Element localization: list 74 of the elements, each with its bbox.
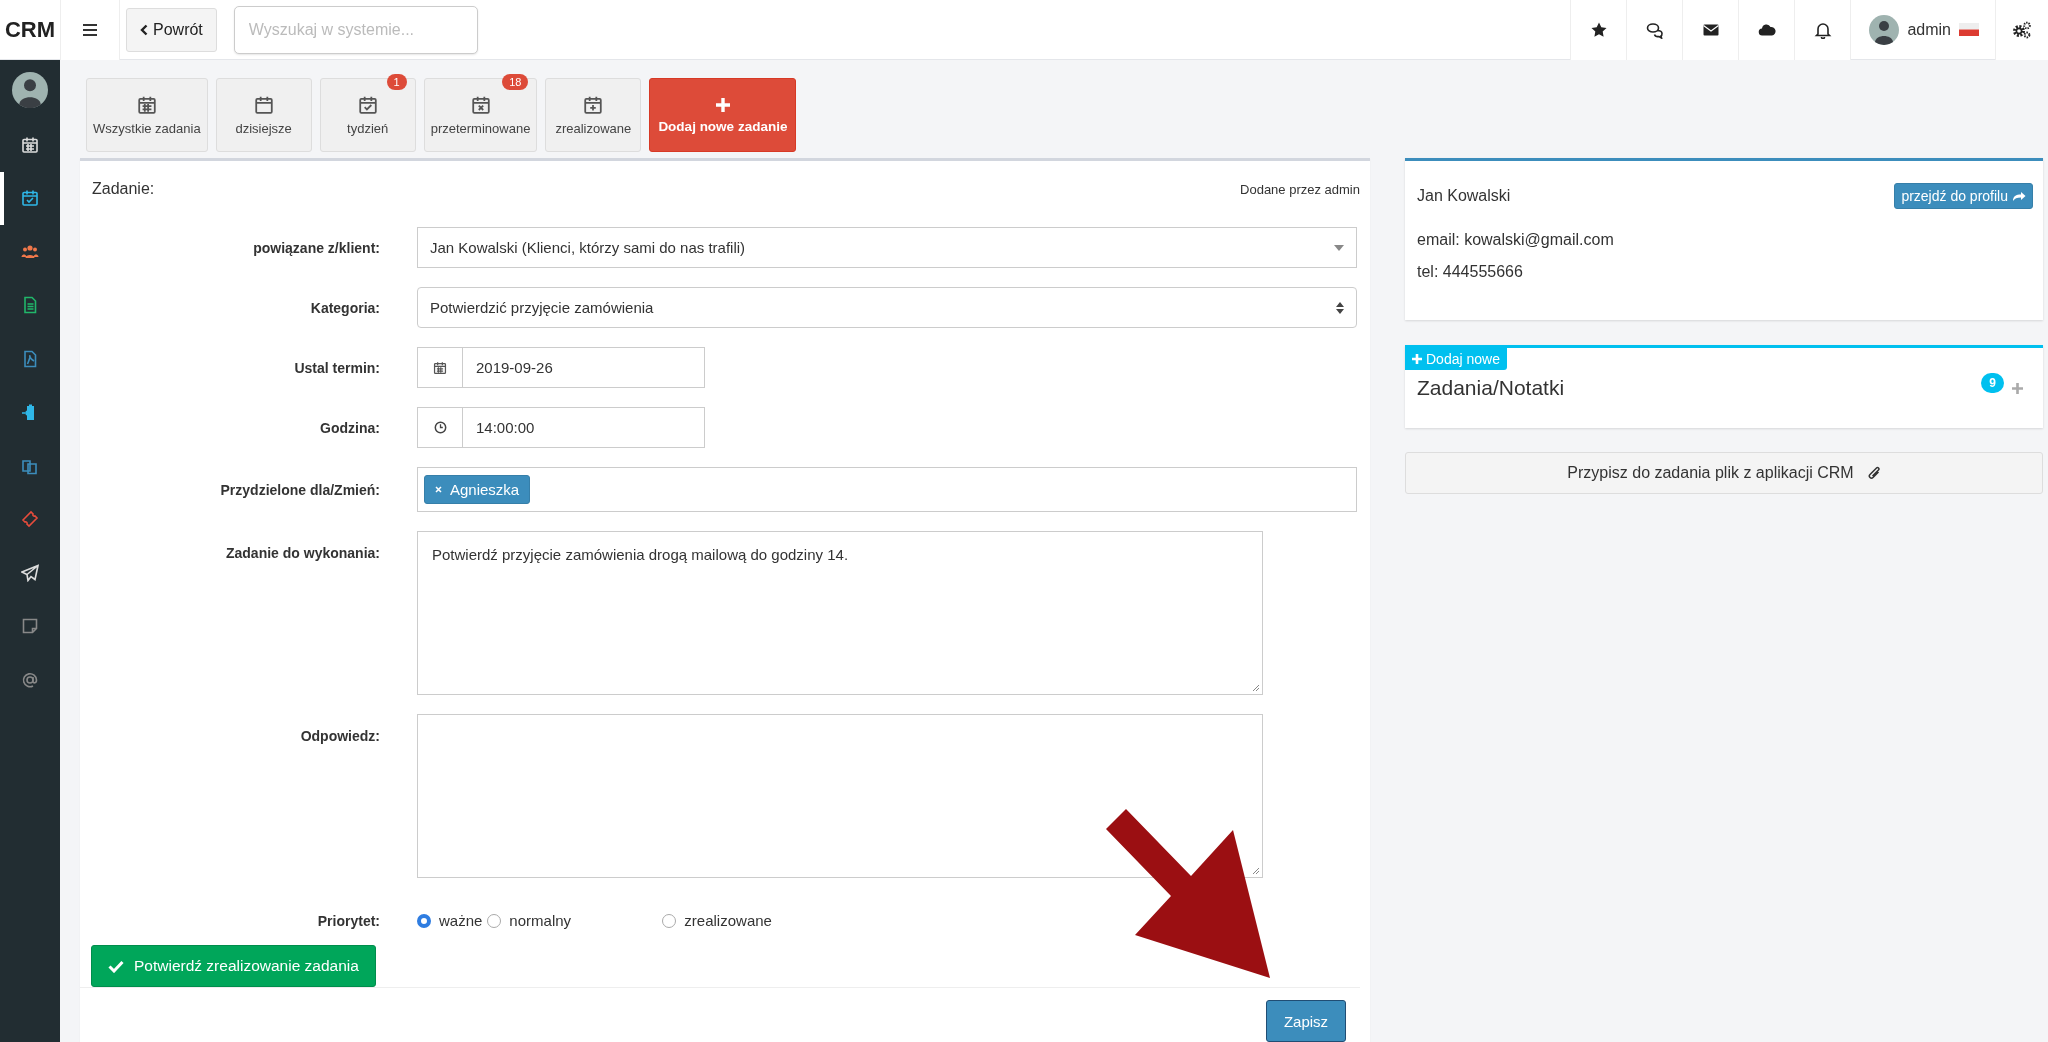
pdf-document-icon — [21, 349, 39, 368]
filter-tab[interactable]: Wszystkie zadania — [86, 78, 208, 152]
text-area[interactable] — [417, 714, 1263, 878]
category-select[interactable]: Potwierdzić przyjęcie zamówienia — [417, 287, 1357, 328]
ticket-icon — [21, 510, 39, 529]
search-field[interactable]: Wyszukaj w systemie... — [233, 5, 478, 54]
document-icon — [21, 296, 39, 315]
profile-button[interactable]: przejdź do profilu — [1894, 183, 2033, 209]
users-icon — [21, 242, 39, 261]
field-label: Ustal termin: — [294, 359, 380, 376]
save-button[interactable]: Zapisz — [1266, 1000, 1346, 1042]
calendar-icon — [253, 94, 274, 115]
plus-icon — [1412, 354, 1422, 364]
text-area[interactable]: Potwierdź przyjęcie zamówienia drogą mailową do godziny 14. — [417, 531, 1263, 695]
assignee-tag[interactable]: Agnieszka — [424, 475, 531, 504]
sort-caret-icon — [1336, 301, 1344, 314]
date-field[interactable]: 2019-09-26 — [417, 347, 705, 388]
envelope-icon[interactable] — [1683, 0, 1740, 60]
remove-icon[interactable] — [435, 486, 442, 493]
time-field[interactable]: 14:00:00 — [417, 407, 705, 448]
assignee-field[interactable]: Agnieszka — [417, 467, 1357, 512]
check-icon — [108, 959, 124, 973]
client-name: Jan Kowalski — [1417, 187, 1511, 205]
note-icon — [21, 617, 39, 636]
count-badge: 9 — [1981, 373, 2004, 393]
calendar-icon — [433, 360, 447, 375]
client-email: email: kowalski@gmail.com — [1417, 231, 1615, 249]
flag-icon — [1959, 23, 1979, 36]
attach-file-button[interactable]: Przypisz do zadania plik z aplikacji CRM — [1405, 452, 2043, 494]
back-button[interactable]: Powrót — [126, 7, 217, 52]
field-label: Priorytet: — [317, 912, 380, 929]
field-label: powiązane z/klient: — [253, 239, 380, 256]
caret-icon — [1334, 244, 1344, 251]
calendar-plus-icon — [583, 94, 604, 115]
field-label: Odpowiedz: — [300, 728, 380, 744]
filter-tab[interactable]: zrealizowane — [545, 78, 642, 152]
calendar-icon — [21, 135, 39, 154]
filter-tab[interactable]: dzisiejsze — [215, 78, 312, 152]
share-arrow-icon — [2012, 190, 2026, 202]
priority-radio[interactable]: normalny — [487, 912, 658, 929]
avatar-icon[interactable] — [12, 72, 48, 108]
resize-handle-icon[interactable] — [1251, 683, 1260, 692]
field-label: Kategoria: — [310, 299, 380, 316]
calendar-check-icon — [21, 189, 39, 208]
panel-title: Zadanie: — [92, 180, 155, 198]
calendar-icon — [136, 94, 157, 115]
client-phone: tel: 444555666 — [1417, 263, 1524, 281]
calendar-cross-icon — [470, 94, 491, 115]
avatar-icon[interactable] — [1869, 14, 1900, 45]
count-badge: 1 — [386, 74, 407, 90]
field-label: Godzina: — [320, 419, 380, 436]
paper-plane-icon — [21, 563, 39, 582]
field-label: Przydzielone dla/Zmień: — [220, 481, 380, 498]
chat-icon[interactable] — [1627, 0, 1684, 60]
clock-icon — [433, 421, 447, 434]
paperclip-icon — [1867, 465, 1881, 481]
count-badge: 18 — [502, 74, 529, 90]
cloud-icon[interactable] — [1739, 0, 1796, 60]
client-select[interactable]: Jan Kowalski (Klienci, którzy sami do nas trafili) — [417, 227, 1357, 268]
added-by-text: Dodane przez admin — [1240, 181, 1360, 197]
plus-icon — [714, 96, 731, 113]
notes-title: Zadania/Notatki — [1417, 376, 1566, 400]
priority-radio[interactable]: zrealizowane — [662, 912, 772, 929]
logo: CRM — [3, 16, 57, 43]
at-sign-icon — [21, 670, 39, 689]
priority-radio[interactable]: ważne — [417, 912, 483, 929]
add-task-button[interactable]: Dodaj nowe zadanie — [649, 78, 797, 152]
menu-icon[interactable] — [60, 0, 120, 60]
chevron-left-icon — [140, 23, 148, 36]
field-label: Zadanie do wykonania: — [225, 545, 380, 561]
user-name[interactable]: admin — [1907, 20, 1951, 39]
calendar-check-icon — [357, 94, 378, 115]
resize-handle-icon[interactable] — [1251, 866, 1260, 875]
bell-icon[interactable] — [1795, 0, 1852, 60]
